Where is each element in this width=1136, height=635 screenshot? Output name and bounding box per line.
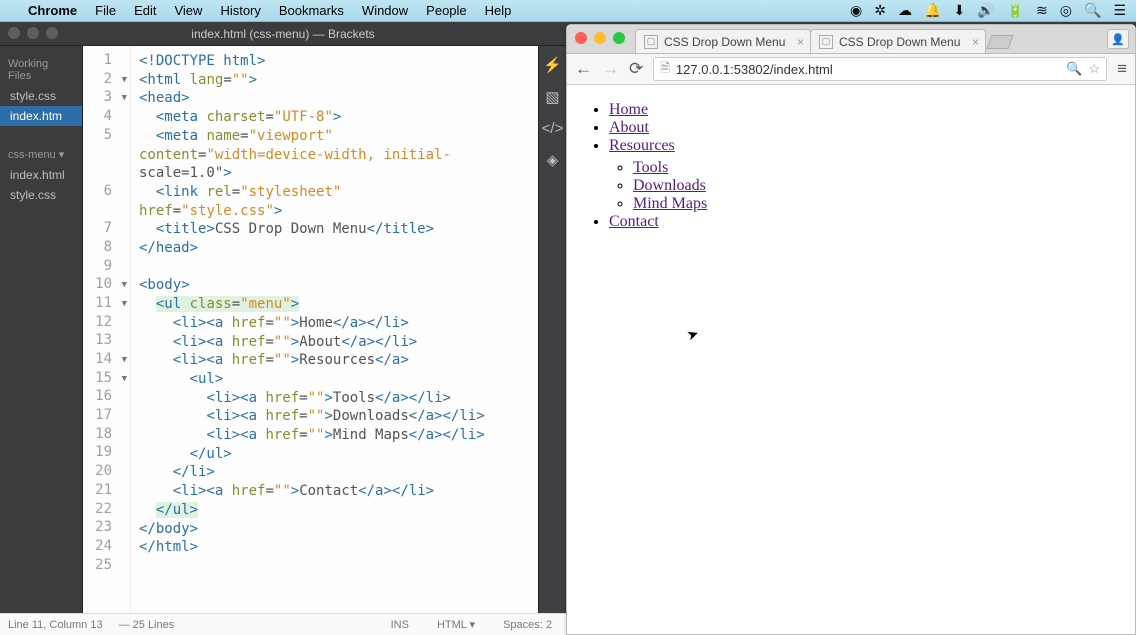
clock-icon[interactable]: ◎ <box>1060 2 1072 19</box>
sidebar-item-project-style[interactable]: style.css <box>0 185 82 205</box>
browser-tab[interactable]: ▢ CSS Drop Down Menu × <box>810 29 986 53</box>
nav-downloads[interactable]: Downloads <box>633 177 706 194</box>
spotlight-icon[interactable]: 🔍 <box>1084 2 1101 19</box>
reload-button[interactable]: ⟳ <box>629 59 643 79</box>
menu-people[interactable]: People <box>426 3 466 18</box>
bell-icon[interactable]: 🔔 <box>924 2 941 19</box>
menubar-app[interactable]: Chrome <box>28 3 77 18</box>
status-cursor-pos: Line 11, Column 13 <box>8 619 103 631</box>
tab-title: CSS Drop Down Menu <box>664 35 785 49</box>
brackets-title: index.html (css-menu) — Brackets <box>191 27 374 41</box>
page-icon: 🗎 <box>660 59 670 80</box>
hamburger-icon[interactable]: ≡ <box>1117 59 1127 79</box>
battery-icon[interactable]: 🔋 <box>1007 2 1024 19</box>
download-icon[interactable]: ⬇ <box>953 2 965 19</box>
menu-help[interactable]: Help <box>485 3 512 18</box>
brackets-statusbar: Line 11, Column 13 — 25 Lines INS HTML ▾… <box>0 613 566 635</box>
maximize-icon[interactable] <box>46 27 58 39</box>
brackets-window: index.html (css-menu) — Brackets Working… <box>0 22 566 635</box>
tab-title: CSS Drop Down Menu <box>839 35 960 49</box>
bookmark-icon[interactable]: ☆ <box>1088 61 1100 77</box>
menu-bookmarks[interactable]: Bookmarks <box>279 3 344 18</box>
chrome-window: ▢ CSS Drop Down Menu × ▢ CSS Drop Down M… <box>566 24 1136 635</box>
chrome-toolbar: ← → ⟳ 🗎 127.0.0.1:53802/index.html 🔍 ☆ ≡ <box>567 53 1135 85</box>
menu-icon[interactable]: ☰ <box>1113 2 1126 19</box>
working-files-heading: Working Files <box>0 54 82 86</box>
menu-edit[interactable]: Edit <box>134 3 156 18</box>
project-heading[interactable]: css-menu ▾ <box>0 144 82 165</box>
brackets-titlebar[interactable]: index.html (css-menu) — Brackets <box>0 22 566 46</box>
url-text[interactable]: 127.0.0.1:53802/index.html <box>676 62 1060 77</box>
nav-resources[interactable]: Resources <box>609 137 675 154</box>
cloud-icon[interactable]: ☁ <box>898 2 912 19</box>
status-icon[interactable]: ✲ <box>874 2 886 19</box>
nav-tools[interactable]: Tools <box>633 159 668 176</box>
browser-tab[interactable]: ▢ CSS Drop Down Menu × <box>635 29 811 53</box>
address-bar[interactable]: 🗎 127.0.0.1:53802/index.html 🔍 ☆ <box>653 57 1107 81</box>
zoom-icon[interactable]: 🔍 <box>1066 61 1082 77</box>
close-icon[interactable] <box>8 27 20 39</box>
back-button[interactable]: ← <box>575 59 592 79</box>
sidebar-item-indexhtml[interactable]: index.htm <box>0 106 82 126</box>
status-line-count: — 25 Lines <box>119 619 175 631</box>
extensions-icon[interactable]: ▧ <box>545 88 559 106</box>
nav-about[interactable]: About <box>609 119 649 136</box>
mac-menubar[interactable]: Chrome File Edit View History Bookmarks … <box>0 0 1136 22</box>
wifi-icon[interactable]: ≋ <box>1036 2 1048 19</box>
editor[interactable]: 12345 6 78910111213141516171819202122232… <box>83 46 538 613</box>
brackets-iconbar: ⚡ ▧ </> ◈ <box>538 46 566 613</box>
favicon-icon: ▢ <box>644 35 658 49</box>
nav-home[interactable]: Home <box>609 101 648 118</box>
nav-mindmaps[interactable]: Mind Maps <box>633 195 707 212</box>
close-icon[interactable] <box>575 32 587 44</box>
sidebar-item-project-index[interactable]: index.html <box>0 165 82 185</box>
menu-view[interactable]: View <box>174 3 202 18</box>
cube-icon[interactable]: ◈ <box>547 151 559 169</box>
window-controls[interactable] <box>8 27 58 39</box>
maximize-icon[interactable] <box>613 32 625 44</box>
minimize-icon[interactable] <box>594 32 606 44</box>
profile-button[interactable]: 👤 <box>1107 29 1129 49</box>
live-preview-icon[interactable]: ⚡ <box>543 56 562 74</box>
forward-button[interactable]: → <box>602 59 619 79</box>
favicon-icon: ▢ <box>819 35 833 49</box>
page-content: Home About Resources Tools Downloads Min… <box>567 85 1135 634</box>
menu-history[interactable]: History <box>220 3 260 18</box>
window-controls[interactable] <box>575 32 625 44</box>
menubar-right-icons[interactable]: ◉ ✲ ☁ 🔔 ⬇ 🔊 🔋 ≋ ◎ 🔍 ☰ <box>850 2 1126 19</box>
new-tab-button[interactable] <box>986 35 1013 49</box>
brackets-sidebar: Working Files style.css index.htm css-me… <box>0 46 83 613</box>
chrome-tabstrip[interactable]: ▢ CSS Drop Down Menu × ▢ CSS Drop Down M… <box>567 25 1135 53</box>
status-lang[interactable]: HTML ▾ <box>431 618 481 631</box>
editor-code[interactable]: <!DOCTYPE html><html lang=""><head> <met… <box>131 46 538 613</box>
minimize-icon[interactable] <box>27 27 39 39</box>
menu-file[interactable]: File <box>95 3 116 18</box>
editor-gutter: 12345 6 78910111213141516171819202122232… <box>83 46 131 613</box>
sidebar-item-stylecss[interactable]: style.css <box>0 86 82 106</box>
status-icon[interactable]: ◉ <box>850 2 862 19</box>
tab-close-icon[interactable]: × <box>797 35 804 49</box>
nav-contact[interactable]: Contact <box>609 213 659 230</box>
status-spaces[interactable]: Spaces: 2 <box>497 619 558 631</box>
volume-icon[interactable]: 🔊 <box>977 2 994 19</box>
code-icon[interactable]: </> <box>542 120 564 137</box>
menu-window[interactable]: Window <box>362 3 408 18</box>
tab-close-icon[interactable]: × <box>972 35 979 49</box>
status-ins[interactable]: INS <box>385 619 415 631</box>
